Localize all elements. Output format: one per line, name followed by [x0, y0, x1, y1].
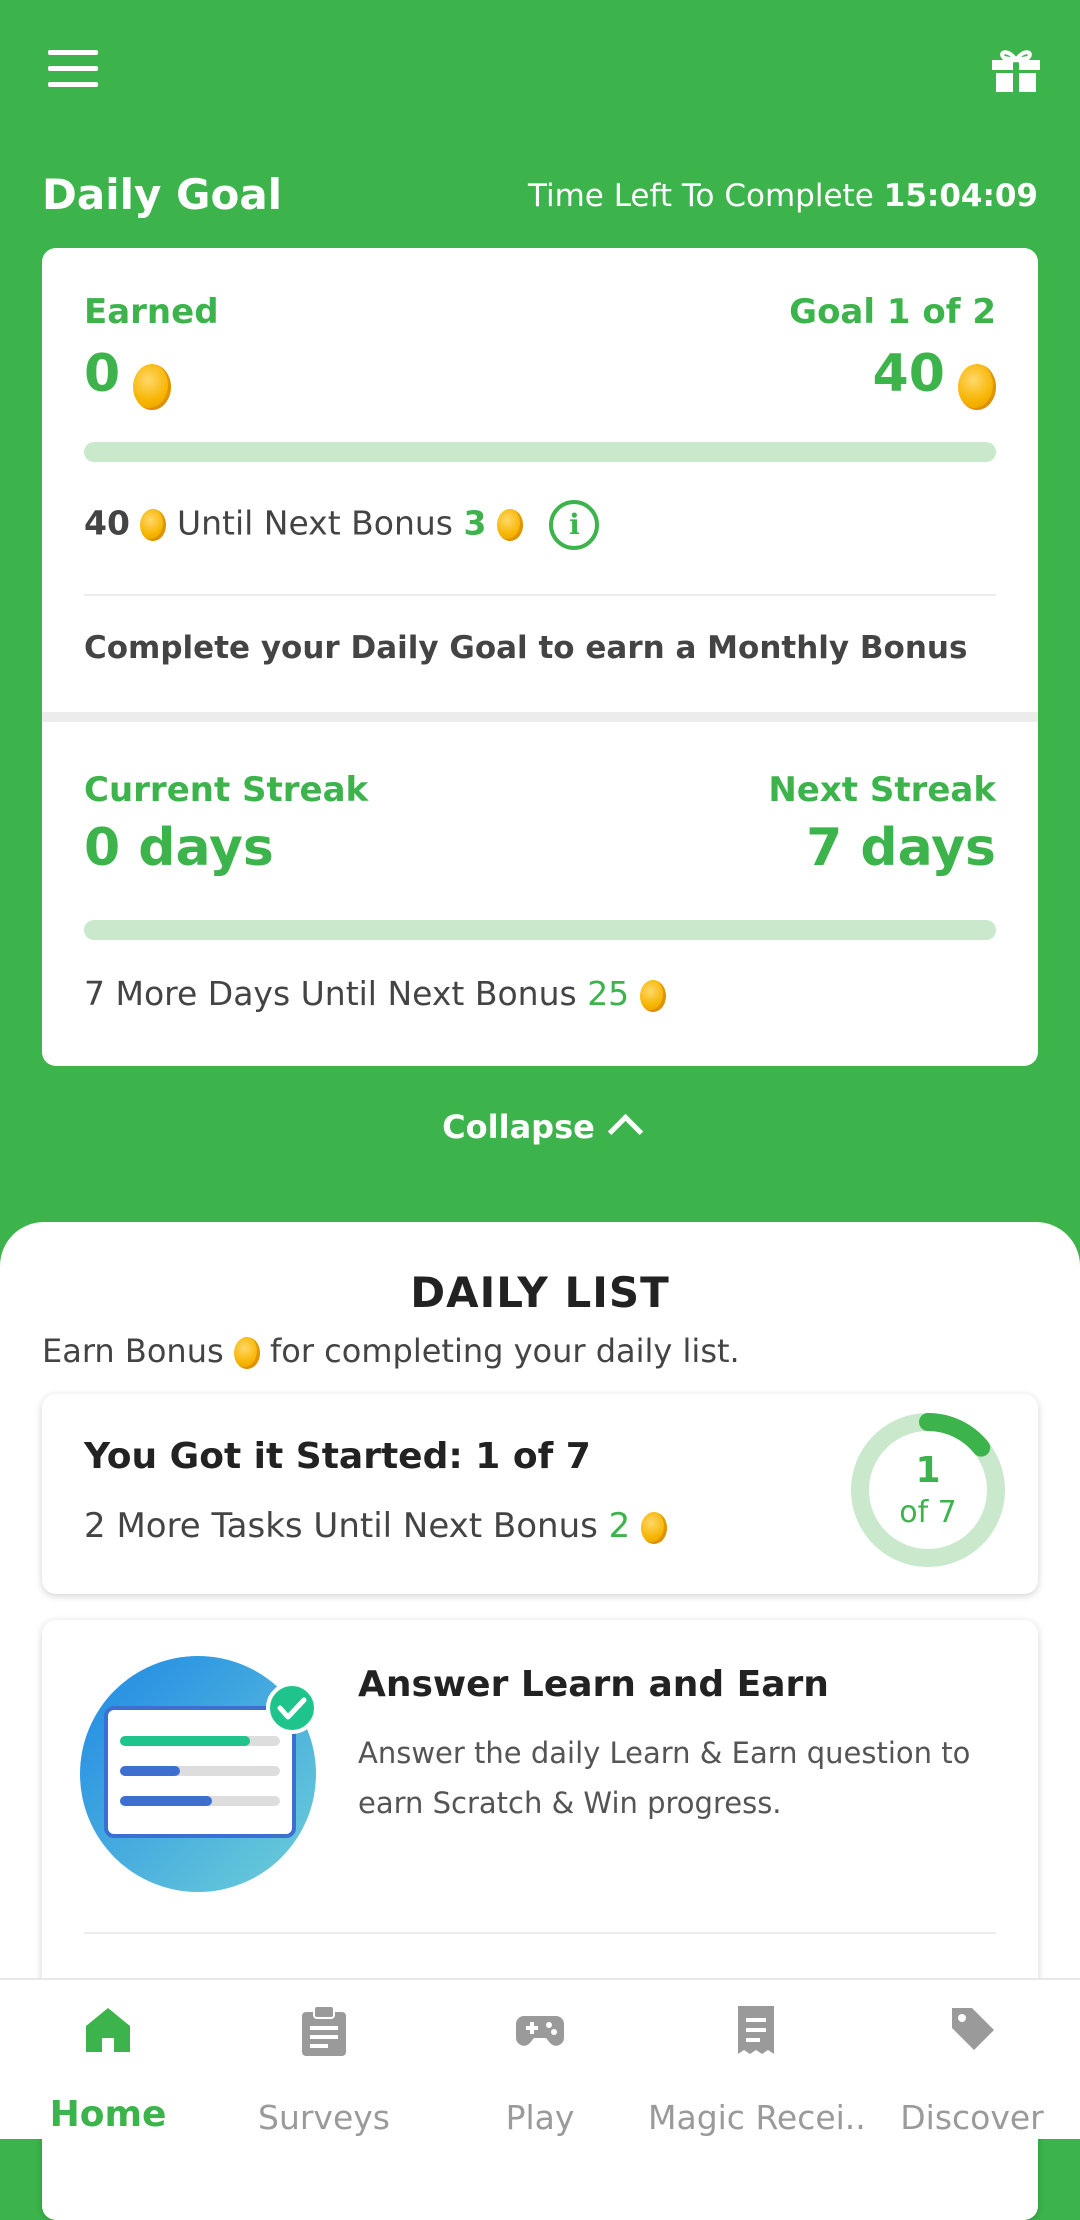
- next-streak-value: 7 days: [806, 818, 996, 878]
- coin-icon: [140, 509, 167, 541]
- nav-play-label: Play: [505, 2098, 575, 2137]
- streak-bonus-row: 7 More Days Until Next Bonus 25: [84, 974, 666, 1013]
- daily-list-title: DAILY LIST: [410, 1268, 670, 1317]
- bottom-navigation: Home Surveys Play Magic Recei... Discove…: [0, 1978, 1080, 2139]
- streak-bonus-value: 25: [587, 974, 630, 1013]
- progress-ring-value: 1: [915, 1450, 940, 1491]
- progress-card-title: You Got it Started: 1 of 7: [84, 1436, 591, 1477]
- task-title: Answer Learn and Earn: [358, 1664, 829, 1705]
- progress-card-subtitle-row: 2 More Tasks Until Next Bonus 2: [84, 1506, 668, 1546]
- receipt-icon: [738, 2006, 774, 2054]
- progress-ring: 1 of 7: [851, 1413, 1005, 1567]
- nav-home[interactable]: Home: [0, 1980, 216, 2139]
- nav-magic-receipts-label: Magic Recei...: [648, 2098, 864, 2137]
- nav-discover[interactable]: Discover: [864, 1980, 1080, 2139]
- collapse-label: Collapse: [442, 1108, 595, 1146]
- earned-label: Earned: [84, 292, 219, 332]
- daily-list-subtitle: Earn Bonus for completing your daily lis…: [42, 1332, 740, 1370]
- progress-ring-caption: of 7: [899, 1495, 957, 1530]
- menu-button[interactable]: [48, 50, 98, 88]
- current-streak-value: 0 days: [84, 818, 274, 878]
- nav-magic-receipts[interactable]: Magic Recei...: [648, 1980, 864, 2139]
- section-separator: [42, 712, 1038, 722]
- nav-discover-label: Discover: [900, 2098, 1044, 2137]
- monthly-note: Complete your Daily Goal to earn a Month…: [84, 630, 968, 666]
- goal-label: Goal 1 of 2: [789, 292, 996, 332]
- earned-value: 0: [84, 344, 121, 404]
- info-icon[interactable]: i: [549, 500, 600, 550]
- coin-icon: [639, 979, 666, 1012]
- home-icon: [86, 2008, 130, 2052]
- time-left-label: Time Left To Complete: [527, 178, 874, 214]
- bonus-amount: 40: [84, 503, 130, 543]
- check-icon: [266, 1682, 318, 1734]
- nav-home-label: Home: [49, 2094, 167, 2135]
- gamepad-icon: [516, 2016, 564, 2046]
- goal-value: 40: [872, 344, 945, 404]
- bonus-text: Until Next Bonus: [176, 503, 453, 543]
- clipboard-icon: [302, 2005, 346, 2056]
- coin-icon: [133, 363, 172, 410]
- current-streak-label: Current Streak: [84, 770, 369, 810]
- hamburger-icon: [48, 50, 98, 55]
- time-left: Time Left To Complete 15:04:09: [528, 178, 1038, 214]
- subtitle-pre: Earn Bonus: [42, 1332, 224, 1370]
- bonus-value: 3: [463, 503, 487, 543]
- goal-progress-bar: [84, 442, 996, 462]
- coin-icon: [641, 1511, 668, 1544]
- gift-icon[interactable]: [990, 44, 1042, 94]
- task-desc-line-1: Answer the daily Learn & Earn question t…: [358, 1736, 971, 1770]
- streak-progress-bar: [84, 920, 996, 940]
- daily-goal-title: Daily Goal: [42, 170, 283, 219]
- tag-icon: [952, 2008, 994, 2050]
- nav-surveys[interactable]: Surveys: [216, 1980, 432, 2139]
- divider: [84, 594, 996, 596]
- next-bonus-row: 40 Until Next Bonus 3 i: [84, 500, 600, 550]
- time-left-value: 15:04:09: [883, 178, 1038, 214]
- subtitle-post: for completing your daily list.: [269, 1332, 740, 1370]
- next-streak-label: Next Streak: [768, 770, 996, 810]
- chevron-up-icon: [607, 1113, 644, 1150]
- learn-earn-illustration: [80, 1656, 318, 1892]
- coin-icon: [958, 363, 996, 410]
- progress-card-bonus: 2: [608, 1506, 631, 1546]
- nav-play[interactable]: Play: [432, 1980, 648, 2139]
- daily-list-progress-card[interactable]: You Got it Started: 1 of 7 2 More Tasks …: [42, 1394, 1038, 1594]
- divider: [84, 1932, 996, 1934]
- task-description: Answer the daily Learn & Earn question t…: [358, 1728, 970, 1828]
- collapse-button[interactable]: Collapse: [0, 1108, 1080, 1150]
- streak-bonus-text: 7 More Days Until Next Bonus: [84, 974, 577, 1013]
- coin-icon: [496, 509, 523, 541]
- progress-card-subtitle: 2 More Tasks Until Next Bonus: [84, 1506, 598, 1546]
- task-desc-line-2: earn Scratch & Win progress.: [358, 1786, 782, 1820]
- coin-icon: [233, 1337, 260, 1369]
- nav-surveys-label: Surveys: [258, 2098, 390, 2137]
- daily-goal-card: Earned 0 Goal 1 of 2 40 40 Until Next Bo…: [42, 248, 1038, 1066]
